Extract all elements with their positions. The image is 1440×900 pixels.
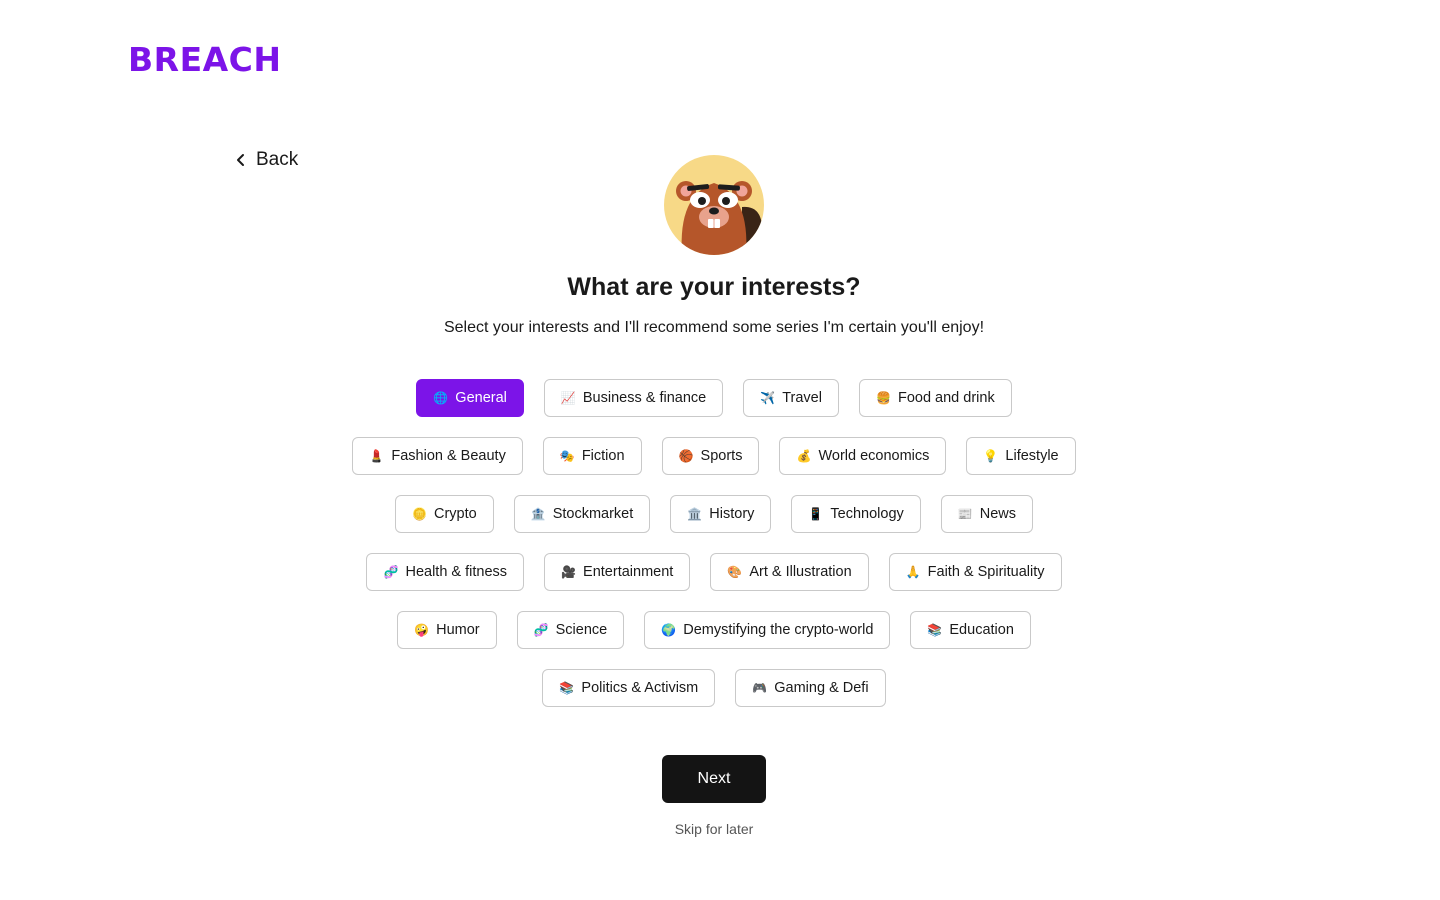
interest-emoji-icon: 🧬 [383,565,399,579]
interest-emoji-icon: 🌐 [433,391,449,405]
interest-emoji-icon: 🎥 [561,565,576,579]
interest-chip[interactable]: 🏦 Stockmarket [513,495,651,533]
breach-logo[interactable]: BREACH [128,40,281,80]
interest-emoji-icon: 📚 [559,681,575,695]
interest-emoji-icon: 🏛️ [687,507,703,521]
back-label: Back [256,149,299,170]
interest-chip[interactable]: 📚 Politics & Activism [542,669,716,707]
interest-emoji-icon: 🎨 [727,565,743,579]
interest-emoji-icon: 🙏 [905,565,921,579]
interest-chip[interactable]: 💄 Fashion & Beauty [352,437,523,475]
interest-emoji-icon: 🌍 [661,623,677,637]
interest-chip[interactable]: 🌍 Demystifying the crypto-world [644,611,891,649]
interest-emoji-icon: 💡 [983,449,999,463]
page-subtitle: Select your interests and I'll recommend… [443,319,985,336]
interest-emoji-icon: 📈 [560,391,576,405]
interests-page: BREACH Back What are your interests? Sel… [0,0,1440,900]
interest-chip[interactable]: 🎨 Art & Illustration [710,553,869,591]
interest-emoji-icon: 🎭 [559,449,575,463]
interest-emoji-icon: 🏀 [678,449,694,463]
interest-chip[interactable]: 📚 Education [910,611,1031,649]
interest-emoji-icon: 📰 [957,507,973,521]
interest-emoji-icon: 🏦 [530,507,546,521]
interest-chip[interactable]: 🎥 Entertainment [544,553,691,591]
interest-chip-label: Fashion & Beauty [391,448,506,464]
interest-emoji-icon: ✈️ [760,391,776,405]
interest-emoji-icon: 💰 [796,449,812,463]
interest-chip-label: Business & finance [582,390,707,406]
interest-chip-label: Entertainment [583,564,674,580]
interest-chip-label: Politics & Activism [581,680,699,696]
interest-chip-label: Lifestyle [1005,448,1059,464]
interest-emoji-icon: 💄 [369,449,385,463]
interest-chip-label: Sports [700,448,743,464]
interest-emoji-icon: 📱 [808,507,824,521]
interest-chip-label: Demystifying the crypto-world [683,622,874,638]
interest-emoji-icon: 🍔 [875,391,891,405]
interest-chip[interactable]: 🪙 Crypto [394,495,494,533]
interest-chip[interactable]: 💰 World economics [779,437,947,475]
interest-chip-label: Travel [782,390,822,406]
interest-chip-row: 🪙 Crypto 🏦 Stockmarket 🏛️ History 📱 Technology 📰… [0,495,1428,533]
interest-chip-label: Technology [830,506,904,522]
interest-chip-label: Education [949,622,1014,638]
interest-chip-label: Gaming & Defi [774,680,869,696]
interest-chip-row: 🌐 General 📈 Business & finance ✈️ Travel 🍔 Food… [0,379,1428,417]
interest-chip-label: Fiction [581,448,625,464]
interest-chip-row: 💄 Fashion & Beauty 🎭 Fiction 🏀 Sports 💰 World e… [0,437,1428,475]
interest-chip-label: Humor [436,622,480,638]
interest-chip[interactable]: 🙏 Faith & Spirituality [888,553,1062,591]
interest-chip[interactable]: 🏛️ History [670,495,772,533]
interest-emoji-icon: 📚 [927,623,943,637]
interest-chip[interactable]: 🎮 Gaming & Defi [735,669,886,707]
skip-for-later-link[interactable]: Skip for later [0,821,1428,837]
interest-chip[interactable]: 📈 Business & finance [543,379,724,417]
interest-chip[interactable]: 💡 Lifestyle [966,437,1076,475]
interest-chip-label: Faith & Spirituality [927,564,1045,580]
interest-chip-row: 📚 Politics & Activism 🎮 Gaming & Defi [0,669,1428,707]
interest-chip[interactable]: 📱 Technology [791,495,921,533]
back-button[interactable]: Back [234,146,298,174]
page-title: What are your interests? [567,273,861,301]
interest-chip-label: Science [555,622,608,638]
interest-emoji-icon: 🎮 [752,681,768,695]
interest-emoji-icon: 🤪 [414,623,430,637]
interest-chip[interactable]: 🌐 General [416,379,524,417]
chevron-left-icon [237,154,244,166]
interest-chip-grid: 🌐 General 📈 Business & finance ✈️ Travel 🍔 Food… [0,379,1428,727]
interest-chip-label: News [979,506,1017,522]
next-button[interactable]: Next [662,755,766,803]
interest-emoji-icon: 🪙 [411,507,427,521]
interest-chip-label: History [709,506,755,522]
interest-chip-row: 🤪 Humor 🧬 Science 🌍 Demystifying the crypto-w… [0,611,1428,649]
interest-chip-label: Health & fitness [405,564,508,580]
interest-chip-label: Crypto [433,506,477,522]
interest-emoji-icon: 🧬 [533,623,549,637]
interest-chip-label: Stockmarket [552,506,634,522]
interest-chip[interactable]: ✈️ Travel [743,379,839,417]
interest-chip-label: World economics [818,448,930,464]
interest-chip-label: Food and drink [897,390,995,406]
interest-chip[interactable]: 📰 News [940,495,1034,533]
interest-chip[interactable]: 🤪 Humor [397,611,497,649]
interest-chip[interactable]: 🎭 Fiction [542,437,642,475]
interest-chip[interactable]: 🏀 Sports [661,437,760,475]
interest-chip[interactable]: 🍔 Food and drink [858,379,1012,417]
interest-chip-label: Art & Illustration [749,564,852,580]
interest-chip[interactable]: 🧬 Science [516,611,625,649]
interest-chip-row: 🧬 Health & fitness 🎥 Entertainment 🎨 Art & Il… [0,553,1428,591]
interest-chip[interactable]: 🧬 Health & fitness [366,553,525,591]
interest-chip-label: General [455,390,507,406]
beaver-mascot-avatar [664,155,764,255]
